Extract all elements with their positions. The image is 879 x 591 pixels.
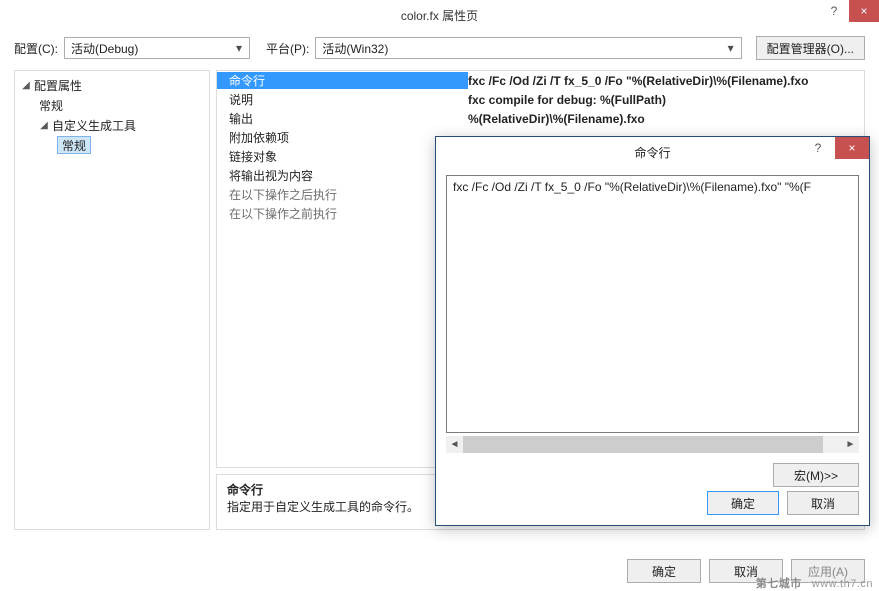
configuration-manager-button[interactable]: 配置管理器(O)...: [756, 36, 865, 60]
tree-node-general[interactable]: 常规: [17, 95, 207, 115]
popup-titlebar: 命令行 ? ×: [436, 137, 869, 167]
horizontal-scrollbar[interactable]: ◄ ►: [446, 435, 859, 453]
popup-help-button[interactable]: ?: [801, 137, 835, 159]
scroll-right-icon[interactable]: ►: [842, 436, 859, 453]
tree-node-custom-build-tool-general[interactable]: 常规: [17, 135, 207, 155]
platform-combo[interactable]: 活动(Win32) ▾: [315, 37, 741, 59]
scroll-left-icon[interactable]: ◄: [446, 436, 463, 453]
grid-row-outputs[interactable]: 输出 %(RelativeDir)\%(Filename).fxo: [217, 109, 864, 128]
window-title: color.fx 属性页: [0, 7, 879, 24]
ok-button[interactable]: 确定: [627, 559, 701, 583]
chevron-down-icon: ▾: [723, 41, 739, 55]
popup-ok-button[interactable]: 确定: [707, 491, 779, 515]
close-button[interactable]: ×: [849, 0, 879, 22]
tree-node-config-props[interactable]: 配置属性: [17, 75, 207, 95]
macros-button[interactable]: 宏(M)>>: [773, 463, 859, 487]
watermark: 第七城市 www.th7.cn: [756, 575, 873, 591]
tree-node-custom-build-tool[interactable]: 自定义生成工具: [17, 115, 207, 135]
scroll-thumb[interactable]: [463, 436, 823, 453]
popup-close-button[interactable]: ×: [835, 137, 869, 159]
help-button[interactable]: ?: [819, 0, 849, 22]
main-titlebar: color.fx 属性页 ? ×: [0, 0, 879, 30]
grid-row-description[interactable]: 说明 fxc compile for debug: %(FullPath): [217, 90, 864, 109]
popup-cancel-button[interactable]: 取消: [787, 491, 859, 515]
category-tree[interactable]: 配置属性 常规 自定义生成工具 常规: [14, 70, 210, 530]
grid-row-commandline[interactable]: 命令行 fxc /Fc /Od /Zi /T fx_5_0 /Fo "%(Rel…: [217, 71, 864, 90]
commandline-textarea[interactable]: fxc /Fc /Od /Zi /T fx_5_0 /Fo "%(Relativ…: [446, 175, 859, 433]
commandline-dialog: 命令行 ? × fxc /Fc /Od /Zi /T fx_5_0 /Fo "%…: [435, 136, 870, 526]
platform-value: 活动(Win32): [322, 40, 388, 57]
configuration-combo[interactable]: 活动(Debug) ▾: [64, 37, 250, 59]
configuration-label: 配置(C):: [14, 40, 58, 57]
chevron-down-icon: ▾: [231, 41, 247, 55]
scroll-track[interactable]: [463, 436, 842, 453]
expand-icon: [21, 80, 31, 91]
expand-icon: [39, 120, 49, 131]
config-toolbar: 配置(C): 活动(Debug) ▾ 平台(P): 活动(Win32) ▾ 配置…: [0, 30, 879, 70]
platform-label: 平台(P):: [266, 40, 309, 57]
configuration-value: 活动(Debug): [71, 40, 138, 57]
